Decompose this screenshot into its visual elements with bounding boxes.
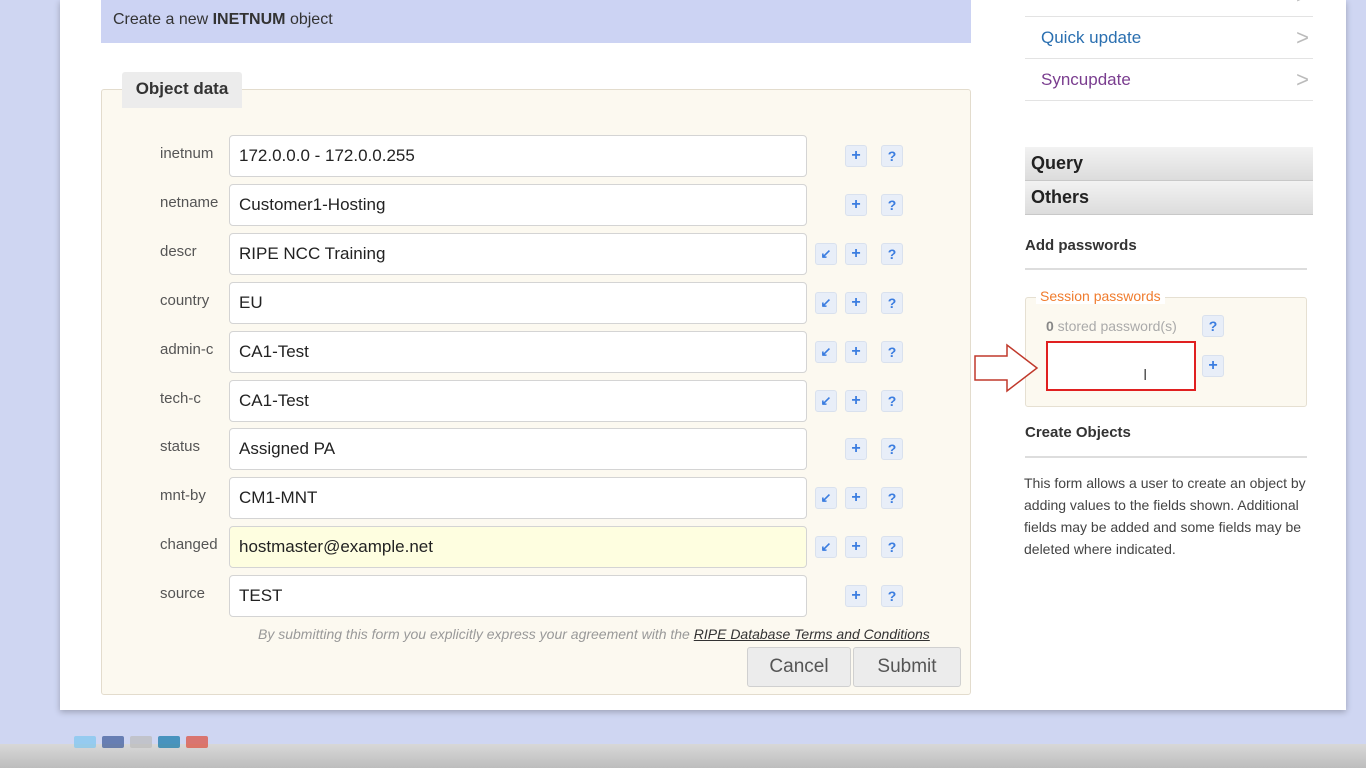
stored-count-label: stored password(s) xyxy=(1053,318,1177,334)
terms-link[interactable]: RIPE Database Terms and Conditions xyxy=(694,626,930,642)
facebook-icon[interactable] xyxy=(102,736,124,748)
agreement-body: By submitting this form you explicitly e… xyxy=(258,626,694,642)
netname-input[interactable]: Customer1-Hosting xyxy=(229,184,807,226)
help-icon[interactable]: ? xyxy=(881,390,903,412)
attribute-label: tech-c xyxy=(160,390,201,407)
callout-arrow-icon xyxy=(974,343,1039,393)
attribute-label: source xyxy=(160,585,206,602)
descr-input[interactable]: RIPE NCC Training xyxy=(229,233,807,275)
expand-arrow-icon[interactable]: ↙ xyxy=(815,487,837,509)
agreement-text: By submitting this form you explicitly e… xyxy=(258,626,930,642)
attribute-label: country xyxy=(160,292,210,309)
expand-arrow-icon[interactable]: ↙ xyxy=(815,341,837,363)
help-icon[interactable]: ? xyxy=(881,536,903,558)
add-attribute-icon[interactable]: + xyxy=(845,194,867,216)
sidebar-link-quick-update[interactable]: Quick update > xyxy=(1025,17,1313,59)
help-icon[interactable]: ? xyxy=(881,145,903,167)
help-icon[interactable]: ? xyxy=(881,243,903,265)
banner-suffix: object xyxy=(285,11,333,28)
inetnum-input[interactable]: 172.0.0.0 - 172.0.0.255 xyxy=(229,135,807,177)
syncupdate-label: Syncupdate xyxy=(1041,70,1131,89)
add-attribute-icon[interactable]: + xyxy=(845,390,867,412)
sidebar-link-syncupdate[interactable]: Syncupdate > xyxy=(1025,59,1313,101)
expand-arrow-icon[interactable]: ↙ xyxy=(815,243,837,265)
chevron-right-icon: > xyxy=(1296,0,1309,17)
divider xyxy=(1025,268,1307,270)
attribute-label: inetnum xyxy=(160,145,214,162)
help-icon[interactable]: ? xyxy=(881,585,903,607)
stored-passwords-count: 0 stored password(s) xyxy=(1046,318,1177,334)
add-attribute-icon[interactable]: + xyxy=(845,292,867,314)
source-input[interactable]: TEST xyxy=(229,575,807,617)
mnt-by-input[interactable]: CM1-MNT xyxy=(229,477,807,519)
add-attribute-icon[interactable]: + xyxy=(845,145,867,167)
country-input[interactable]: EU xyxy=(229,282,807,324)
page-banner: Create a new INETNUM object xyxy=(101,0,971,43)
status-input[interactable]: Assigned PA xyxy=(229,428,807,470)
expand-arrow-icon[interactable]: ↙ xyxy=(815,390,837,412)
attribute-label: status xyxy=(160,438,201,455)
add-attribute-icon[interactable]: + xyxy=(845,487,867,509)
help-icon[interactable]: ? xyxy=(881,438,903,460)
text-cursor-icon: I xyxy=(1143,367,1148,384)
changed-input[interactable]: hostmaster@example.net xyxy=(229,526,807,568)
google-plus-icon[interactable] xyxy=(186,736,208,748)
attribute-label: admin-c xyxy=(160,341,214,358)
expand-arrow-icon[interactable]: ↙ xyxy=(815,536,837,558)
create-objects-heading: Create Objects xyxy=(1025,424,1131,441)
quick-update-label: Quick update xyxy=(1041,28,1142,47)
divider xyxy=(1025,456,1307,458)
twitter-icon[interactable] xyxy=(74,736,96,748)
expand-arrow-icon[interactable]: ↙ xyxy=(815,292,837,314)
attribute-label: mnt-by xyxy=(160,487,206,504)
accordion-others[interactable]: Others xyxy=(1025,181,1313,215)
add-attribute-icon[interactable]: + xyxy=(845,536,867,558)
tech-c-input[interactable]: CA1-Test xyxy=(229,380,807,422)
add-attribute-icon[interactable]: + xyxy=(845,243,867,265)
email-icon[interactable] xyxy=(130,736,152,748)
linkedin-icon[interactable] xyxy=(158,736,180,748)
chevron-right-icon: > xyxy=(1296,67,1309,92)
add-attribute-icon[interactable]: + xyxy=(845,438,867,460)
help-icon[interactable]: ? xyxy=(881,487,903,509)
help-icon[interactable]: ? xyxy=(1202,315,1224,337)
chevron-right-icon: > xyxy=(1296,25,1309,50)
object-data-tab: Object data xyxy=(122,72,242,108)
add-attribute-icon[interactable]: + xyxy=(845,585,867,607)
cancel-button[interactable]: Cancel xyxy=(747,647,851,687)
stored-count-number: 0 xyxy=(1046,318,1054,334)
help-icon[interactable]: ? xyxy=(881,194,903,216)
social-icons xyxy=(74,736,208,748)
help-icon[interactable]: ? xyxy=(881,292,903,314)
session-password-input[interactable] xyxy=(1046,341,1196,391)
help-icon[interactable]: ? xyxy=(881,341,903,363)
attribute-label: descr xyxy=(160,243,197,260)
admin-c-input[interactable]: CA1-Test xyxy=(229,331,807,373)
add-passwords-heading: Add passwords xyxy=(1025,237,1137,254)
submit-button[interactable]: Submit xyxy=(853,647,961,687)
session-passwords-legend: Session passwords xyxy=(1036,288,1165,304)
create-objects-description: This form allows a user to create an obj… xyxy=(1024,475,1306,557)
attribute-label: netname xyxy=(160,194,219,211)
add-attribute-icon[interactable]: + xyxy=(845,341,867,363)
attribute-label: changed xyxy=(160,536,218,553)
add-password-button[interactable]: + xyxy=(1202,355,1224,377)
accordion-query[interactable]: Query xyxy=(1025,147,1313,181)
banner-prefix: Create a new xyxy=(113,11,213,28)
banner-object-type: INETNUM xyxy=(212,11,286,28)
sidebar-link-cropped[interactable]: > xyxy=(1025,0,1313,17)
